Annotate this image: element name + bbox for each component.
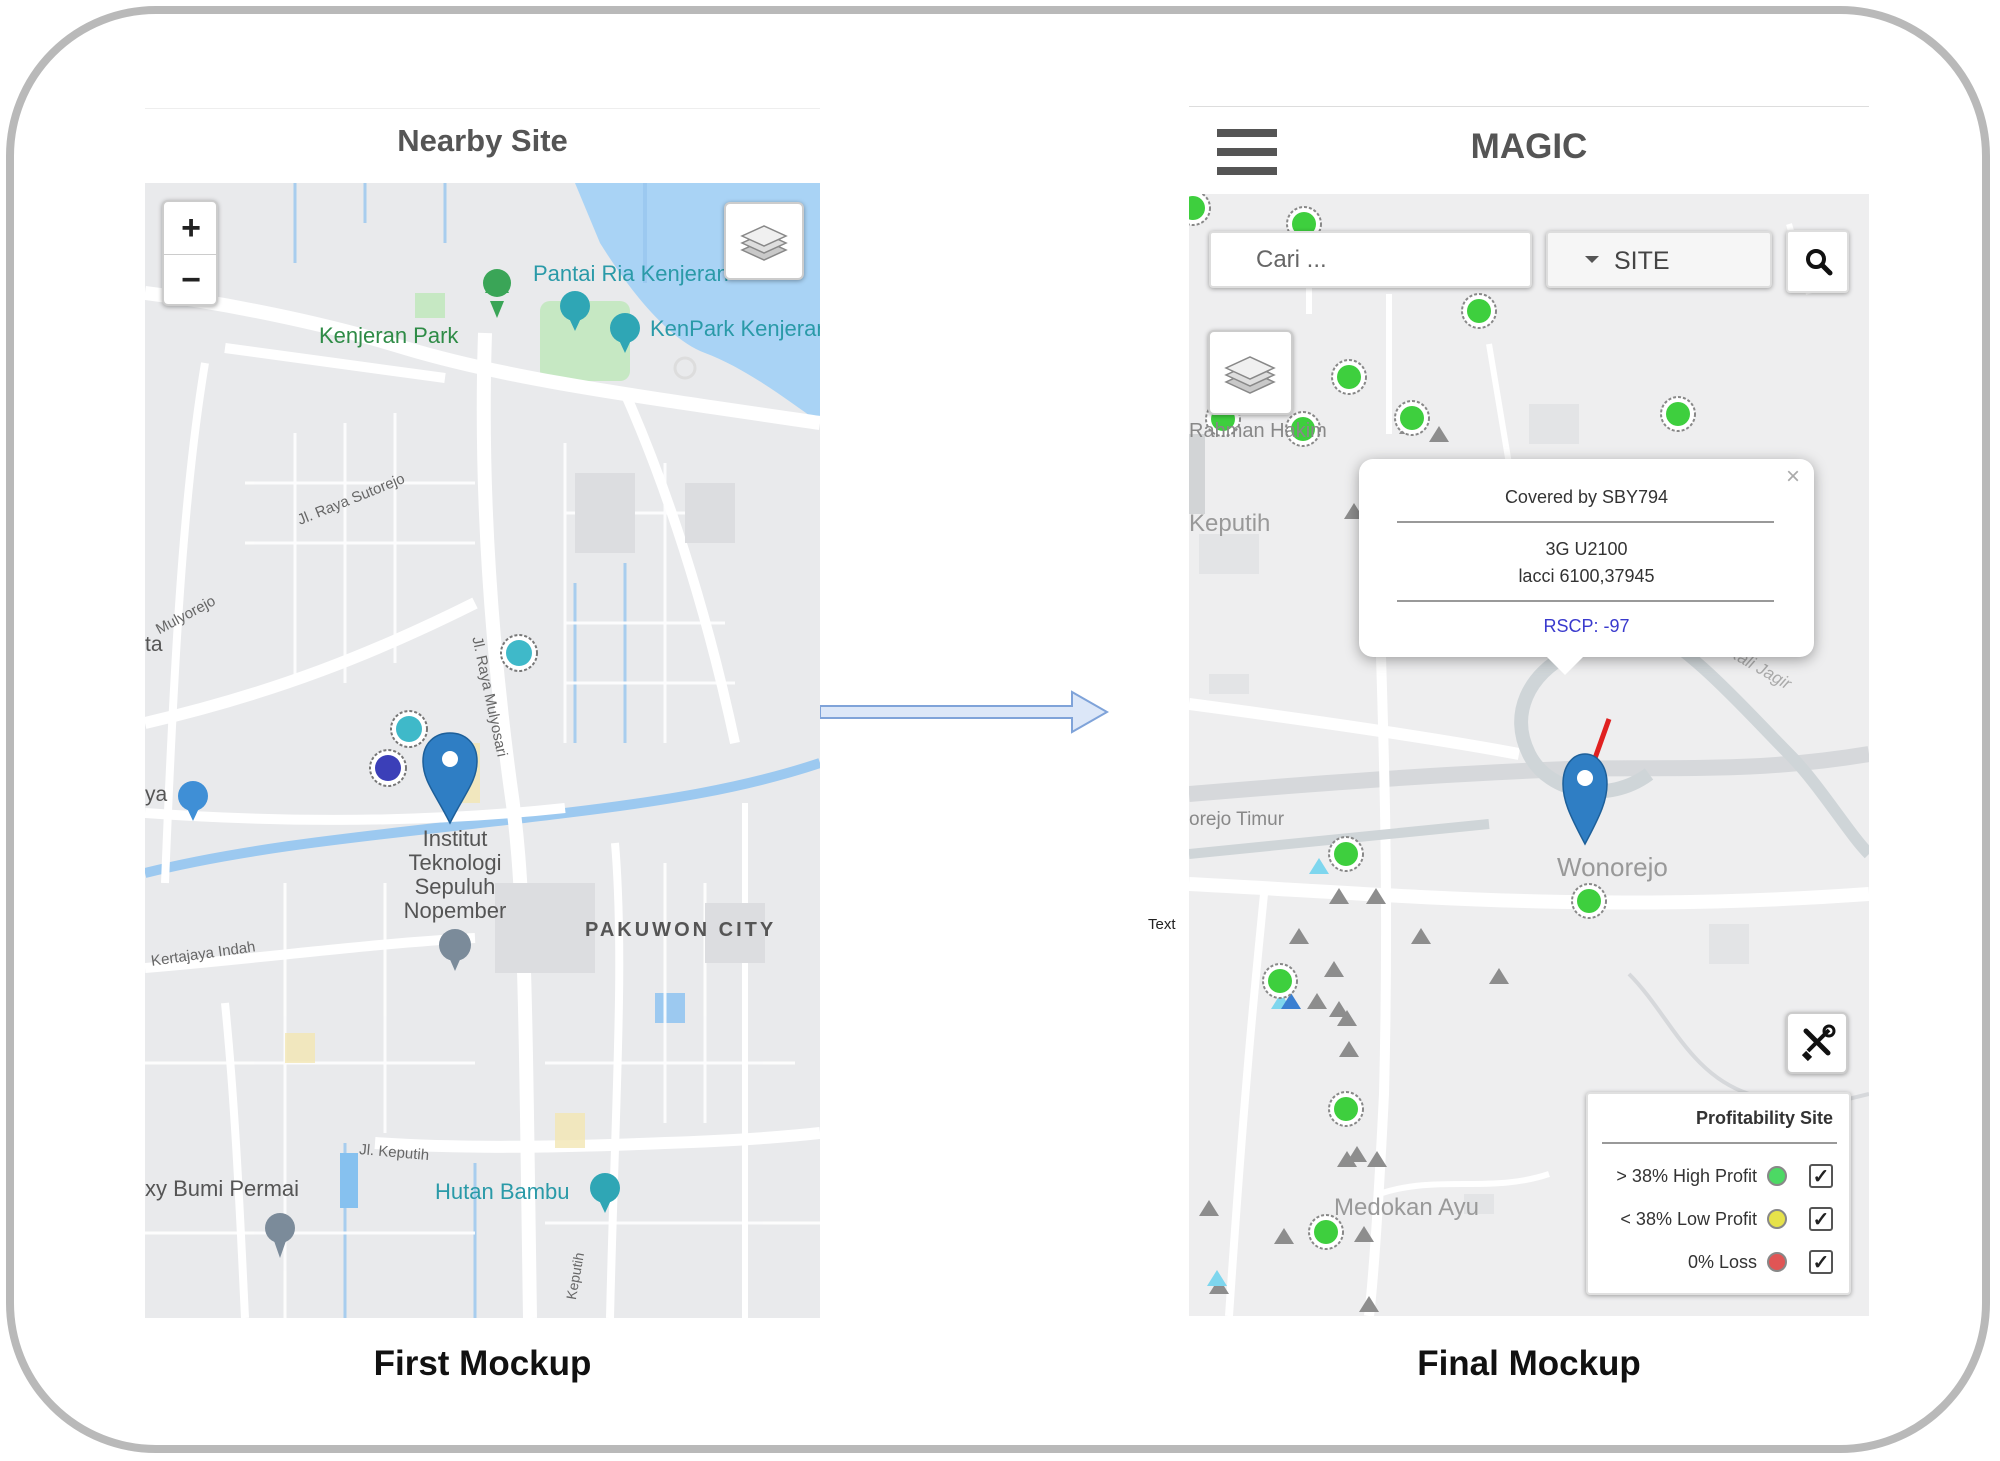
map-canvas xyxy=(145,183,820,1318)
site-dropdown-label: SITE xyxy=(1614,247,1670,275)
location-pin-icon xyxy=(422,732,478,825)
legend-title: Profitability Site xyxy=(1695,1108,1833,1128)
campus-label-line: Sepuluh xyxy=(414,874,496,899)
search-icon xyxy=(1806,249,1833,276)
legend-checkbox[interactable]: ✓ xyxy=(1809,1164,1833,1188)
popup-rscp: RSCP: -97 xyxy=(1543,616,1630,636)
layers-button[interactable] xyxy=(1208,330,1293,415)
divider xyxy=(1397,600,1774,602)
layers-icon xyxy=(1224,356,1276,394)
place-label: orejo Timur xyxy=(1189,809,1285,830)
profitability-legend: Profitability Site > 38% High Profit ✓ <… xyxy=(1586,1092,1851,1295)
place-label: Rahman Hakim xyxy=(1189,420,1327,442)
place-label: ta xyxy=(145,633,163,656)
campus-label-line: Teknologi xyxy=(408,850,502,875)
hamburger-menu-icon[interactable] xyxy=(1213,117,1283,187)
zoom-control: + − xyxy=(162,200,218,306)
page-title: Nearby Site xyxy=(397,123,568,158)
popup-lacci: lacci 6100,37945 xyxy=(1518,566,1655,586)
legend-item: > 38% High Profit ✓ xyxy=(1616,1164,1833,1188)
arrow-icon xyxy=(820,690,1110,734)
legend-item: 0% Loss ✓ xyxy=(1688,1250,1833,1274)
legend-item: < 38% Low Profit ✓ xyxy=(1620,1207,1833,1231)
legend-checkbox[interactable]: ✓ xyxy=(1809,1207,1833,1231)
place-label: Kenjeran Park xyxy=(319,323,459,348)
place-label: Wonorejo xyxy=(1557,852,1668,882)
campus-label: Institut Teknologi Sepuluh Nopember xyxy=(390,827,520,923)
legend-swatch xyxy=(1767,1209,1787,1229)
legend-checkbox[interactable]: ✓ xyxy=(1809,1250,1833,1274)
text-placeholder: Text xyxy=(1148,916,1176,933)
final-mockup: MAGIC Rahman Hakim Keputih orejo Timur W… xyxy=(1189,106,1869,1316)
zoom-in-button[interactable]: + xyxy=(164,202,218,255)
layers-icon xyxy=(740,225,788,261)
map-view[interactable]: Pantai Ria Kenjeran Kenjeran Park KenPar… xyxy=(145,183,820,1318)
final-mockup-caption: Final Mockup xyxy=(1417,1344,1641,1383)
district-label: PAKUWON CITY xyxy=(585,919,777,941)
site-popup: × Covered by SBY794 3G U2100 lacci 6100,… xyxy=(1359,459,1814,675)
place-label: Medokan Ayu xyxy=(1334,1194,1479,1221)
layers-button[interactable] xyxy=(724,202,804,280)
place-label: ya xyxy=(145,783,168,806)
app-header: MAGIC xyxy=(1189,106,1869,196)
popup-tech: 3G U2100 xyxy=(1545,539,1628,559)
first-mockup: Nearby Site Pantai Ria Kenjeran Kenjeran… xyxy=(145,108,820,1318)
legend-swatch xyxy=(1767,1252,1787,1272)
divider xyxy=(1602,1142,1837,1144)
first-header: Nearby Site xyxy=(145,108,820,184)
legend-label: > 38% High Profit xyxy=(1616,1165,1757,1186)
divider xyxy=(1397,521,1774,523)
place-label: Keputih xyxy=(1189,510,1271,537)
campus-label-line: Nopember xyxy=(403,898,507,923)
tools-icon xyxy=(1801,1024,1836,1062)
search-input[interactable]: Cari ... xyxy=(1209,231,1532,288)
search-button[interactable] xyxy=(1786,230,1849,293)
popup-tip xyxy=(1545,655,1585,675)
place-label: xy Bumi Permai xyxy=(145,1176,300,1201)
tools-button[interactable] xyxy=(1786,1012,1848,1074)
search-placeholder: Cari ... xyxy=(1256,246,1327,273)
legend-label: 0% Loss xyxy=(1687,1251,1757,1272)
legend-swatch xyxy=(1767,1166,1787,1186)
first-mockup-caption: First Mockup xyxy=(373,1344,592,1383)
legend-label: < 38% Low Profit xyxy=(1620,1208,1757,1229)
place-label: Pantai Ria Kenjeran xyxy=(533,261,729,286)
campus-label-line: Institut xyxy=(422,826,488,851)
chevron-down-icon xyxy=(1585,256,1599,263)
location-pin-icon xyxy=(1562,753,1608,846)
site-dropdown[interactable]: SITE xyxy=(1546,231,1772,288)
place-label: Hutan Bambu xyxy=(435,1179,570,1204)
place-label: KenPark Kenjeran xyxy=(650,316,820,341)
popup-title: Covered by SBY794 xyxy=(1504,487,1669,507)
zoom-out-button[interactable]: − xyxy=(164,254,218,306)
map-view[interactable]: Rahman Hakim Keputih orejo Timur Wonorej… xyxy=(1189,194,1869,1316)
app-title: MAGIC xyxy=(1470,127,1588,166)
